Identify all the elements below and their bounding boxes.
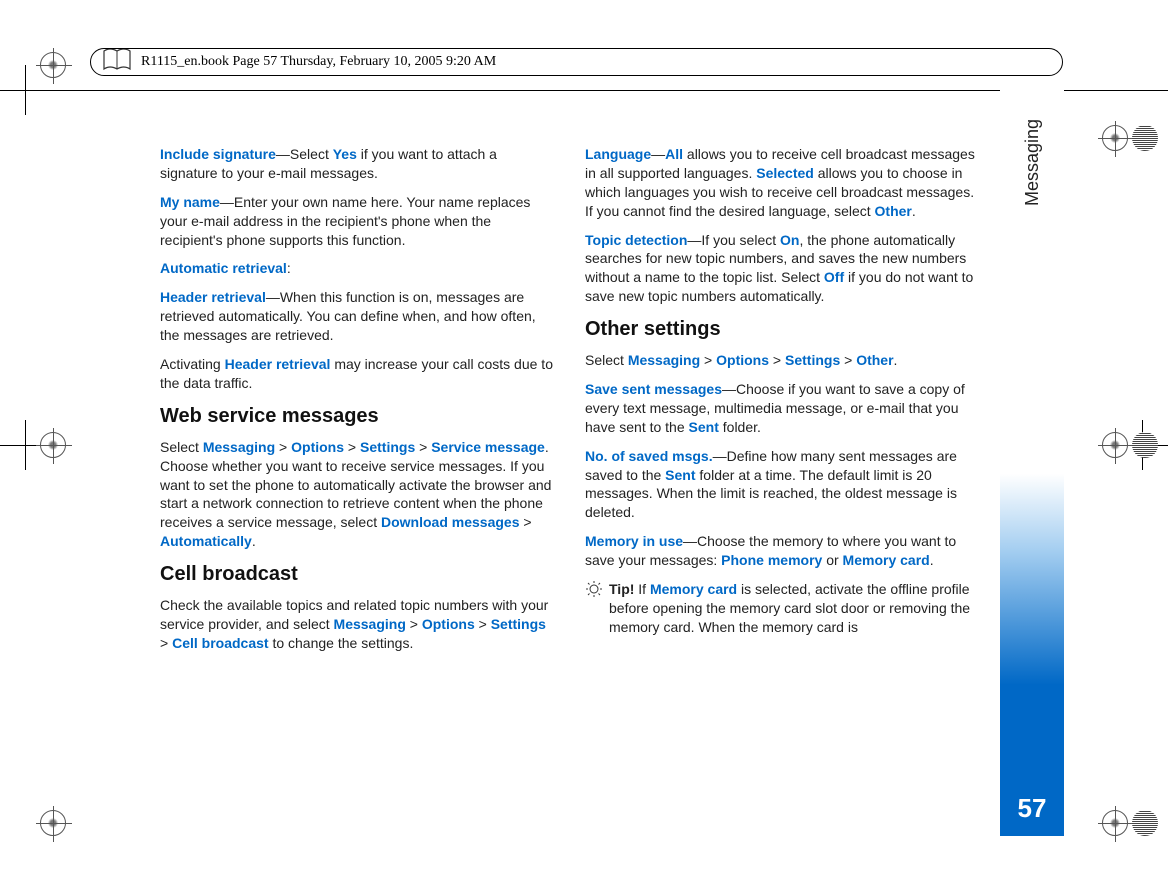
paragraph: My name—Enter your own name here. Your n… xyxy=(160,193,555,250)
registration-mark-icon xyxy=(40,432,66,458)
tip-note: Tip! If Memory card is selected, activat… xyxy=(585,580,980,637)
paragraph: Select Messaging > Options > Settings > … xyxy=(160,438,555,551)
paragraph: Select Messaging > Options > Settings > … xyxy=(585,351,980,370)
registration-mark-icon xyxy=(40,52,66,78)
header-info: R1115_en.book Page 57 Thursday, February… xyxy=(90,48,1063,76)
chapter-label: Messaging xyxy=(1022,119,1043,206)
registration-mark-icon xyxy=(1102,125,1128,151)
registration-mark-icon xyxy=(1102,432,1128,458)
paragraph: Activating Header retrieval may increase… xyxy=(160,355,555,393)
chapter-sidebar: Messaging 57 xyxy=(1000,81,1064,836)
registration-stripe-icon xyxy=(1132,810,1158,836)
section-heading: Other settings xyxy=(585,316,980,343)
paragraph: No. of saved msgs.—Define how many sent … xyxy=(585,447,980,523)
section-heading: Cell broadcast xyxy=(160,561,555,588)
registration-stripe-icon xyxy=(1132,432,1158,458)
header-text: R1115_en.book Page 57 Thursday, February… xyxy=(141,54,496,70)
tip-text: Tip! If Memory card is selected, activat… xyxy=(609,580,980,637)
paragraph: Include signature—Select Yes if you want… xyxy=(160,145,555,183)
paragraph: Automatic retrieval: xyxy=(160,259,555,278)
paragraph: Header retrieval—When this function is o… xyxy=(160,288,555,345)
registration-stripe-icon xyxy=(1132,125,1158,151)
section-heading: Web service messages xyxy=(160,403,555,430)
header-rule xyxy=(0,90,1168,91)
manual-page: R1115_en.book Page 57 Thursday, February… xyxy=(0,0,1168,896)
tip-icon xyxy=(585,580,603,598)
paragraph: Save sent messages—Choose if you want to… xyxy=(585,380,980,437)
registration-mark-icon xyxy=(40,810,66,836)
paragraph: Topic detection—If you select On, the ph… xyxy=(585,231,980,307)
paragraph: Check the available topics and related t… xyxy=(160,596,555,653)
paragraph: Memory in use—Choose the memory to where… xyxy=(585,532,980,570)
registration-mark-icon xyxy=(1102,810,1128,836)
page-number: 57 xyxy=(1018,793,1047,824)
body-text: Include signature—Select Yes if you want… xyxy=(160,145,980,796)
paragraph: Language—All allows you to receive cell … xyxy=(585,145,980,221)
